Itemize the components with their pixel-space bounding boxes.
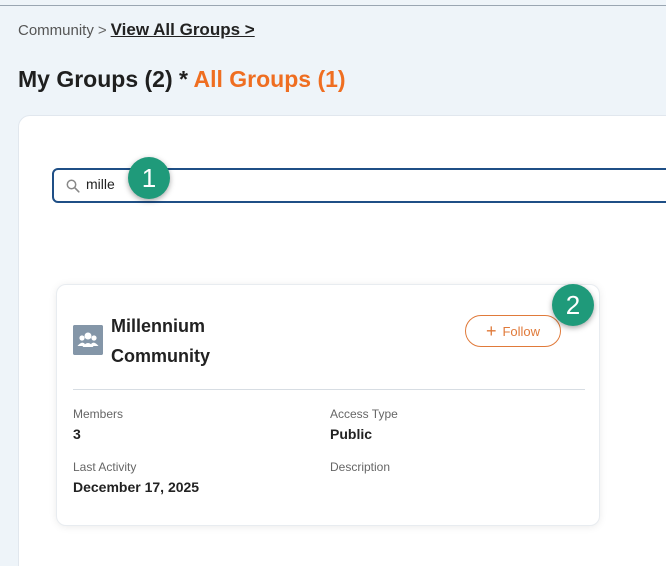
title-separator: * <box>179 66 188 92</box>
group-icon <box>73 325 103 355</box>
breadcrumb: Community > View All Groups > <box>18 20 255 40</box>
access-type-label: Access Type <box>330 407 398 421</box>
breadcrumb-separator: > <box>97 22 107 39</box>
description-label: Description <box>330 460 391 474</box>
top-border <box>0 5 666 6</box>
members-label: Members <box>73 407 124 421</box>
view-all-groups-link[interactable]: View All Groups > <box>111 20 255 39</box>
follow-button[interactable]: + Follow <box>465 315 561 347</box>
members-value: 3 <box>73 426 81 442</box>
last-activity-label: Last Activity <box>73 460 137 474</box>
card-divider <box>73 389 585 390</box>
step-marker-2: 2 <box>552 284 594 326</box>
plus-icon: + <box>485 321 497 341</box>
tab-my-groups[interactable]: My Groups (2) <box>18 66 173 92</box>
tab-all-groups[interactable]: All Groups (1) <box>194 66 346 92</box>
access-type-value: Public <box>330 426 373 442</box>
breadcrumb-community[interactable]: Community <box>18 22 94 39</box>
group-name[interactable]: Millennium Community <box>111 311 251 371</box>
search-icon <box>66 179 80 193</box>
step-marker-1: 1 <box>128 157 170 199</box>
group-card[interactable]: Millennium Community + Follow Members 3 … <box>56 284 600 526</box>
page-title: My Groups (2) * All Groups (1) <box>18 66 346 93</box>
last-activity-value: December 17, 2025 <box>73 479 200 495</box>
follow-label: Follow <box>502 323 541 339</box>
search-input[interactable] <box>86 176 286 192</box>
